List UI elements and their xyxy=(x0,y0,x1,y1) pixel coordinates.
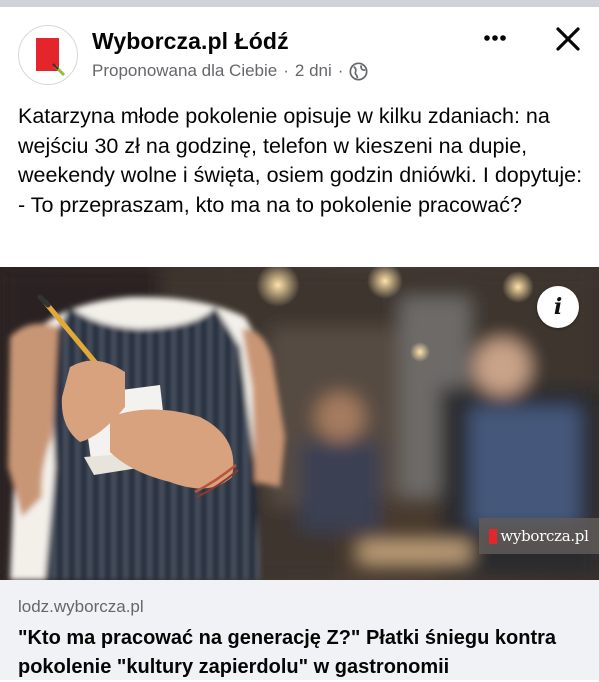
top-divider xyxy=(0,0,599,7)
meta-separator: · xyxy=(283,61,289,80)
post-time[interactable]: 2 dni xyxy=(295,61,332,81)
more-options-button[interactable] xyxy=(474,28,514,48)
wyborcza-watermark: wyborcza.pl xyxy=(479,518,599,554)
ad-info-button[interactable]: i xyxy=(537,286,579,328)
wyborcza-logo-icon xyxy=(36,38,66,77)
page-avatar[interactable] xyxy=(18,25,78,85)
meta-separator: · xyxy=(337,61,344,80)
wyborcza-mark-icon xyxy=(489,528,498,544)
page-name[interactable]: Wyborcza.pl Łódź xyxy=(92,28,289,55)
post-meta: Proponowana dla Ciebie · 2 dni · xyxy=(92,61,368,81)
link-headline[interactable]: "Kto ma pracować na generację Z?" Płatki… xyxy=(18,624,593,682)
close-icon xyxy=(556,27,580,51)
globe-icon xyxy=(349,61,368,81)
suggested-label: Proponowana dla Ciebie xyxy=(92,61,278,80)
watermark-text: wyborcza.pl xyxy=(500,527,589,545)
close-button[interactable] xyxy=(551,22,585,56)
link-domain[interactable]: lodz.wyborcza.pl xyxy=(18,597,144,617)
more-options-icon xyxy=(484,35,506,41)
post-text: Katarzyna młode pokolenie opisuje w kilk… xyxy=(18,104,583,217)
